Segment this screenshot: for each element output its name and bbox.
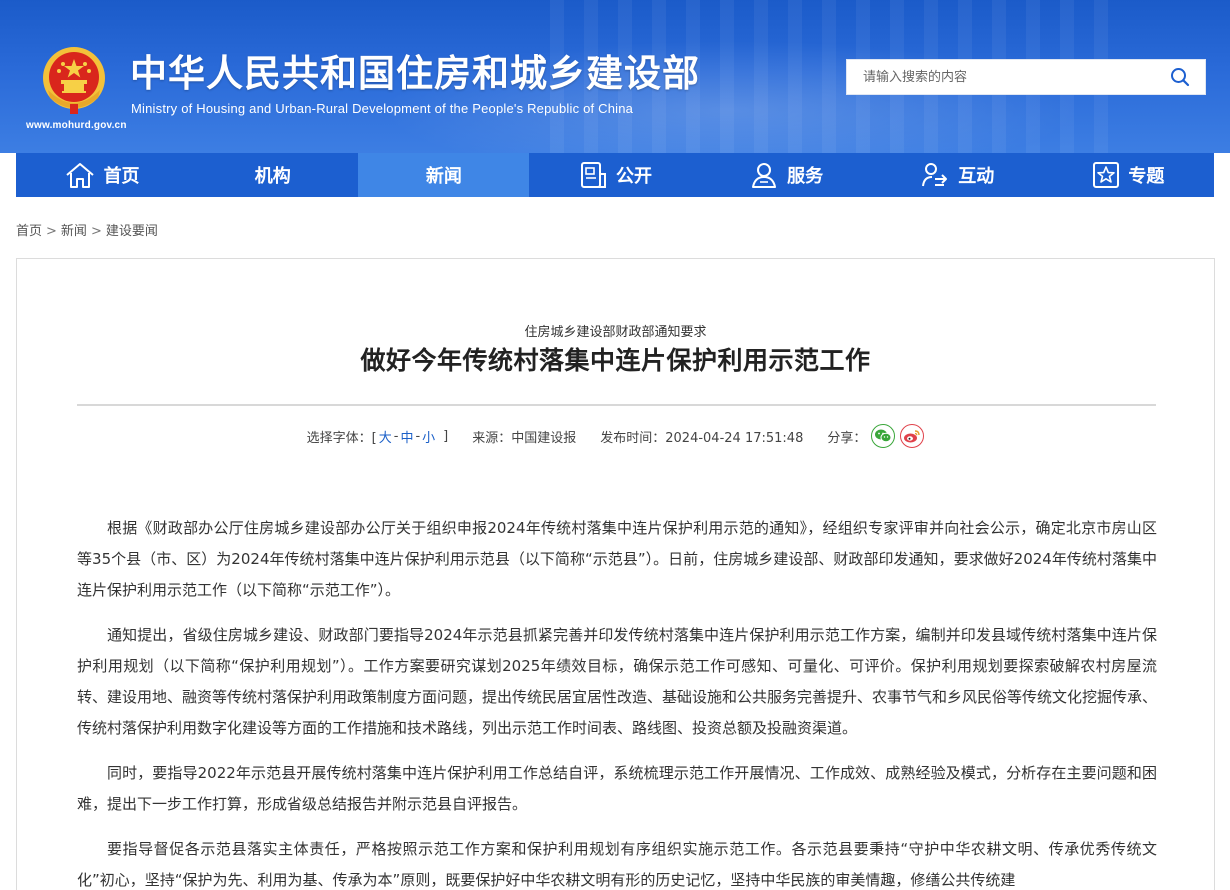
article-source: 来源：中国建设报 xyxy=(472,430,577,446)
nav-label: 专题 xyxy=(1128,166,1165,187)
article-paragraph: 根据《财政部办公厅住房城乡建设部办公厅关于组织申报2024年传统村落集中连片保护… xyxy=(77,519,1157,599)
wechat-icon xyxy=(875,429,892,443)
nav-label: 新闻 xyxy=(425,166,462,187)
breadcrumb-news[interactable]: 新闻 xyxy=(61,224,87,239)
breadcrumb-home[interactable]: 首页 xyxy=(16,224,42,239)
national-emblem-icon xyxy=(43,47,105,114)
font-select-label: 选择字体：[ xyxy=(306,430,377,446)
article-paragraph: 同时，要指导2022年示范县开展传统村落集中连片保护利用工作总结自评，系统梳理示… xyxy=(77,764,1157,813)
article-panel: 住房城乡建设部财政部通知要求 做好今年传统村落集中连片保护利用示范工作 选择字体… xyxy=(16,258,1215,890)
site-url: www.mohurd.gov.cn xyxy=(26,120,127,131)
star-icon xyxy=(1093,162,1120,188)
font-size-small[interactable]: 小 xyxy=(422,427,435,446)
search-input[interactable] xyxy=(847,60,1157,94)
main-nav: 首页 机构 新闻 公开 服务 互动 专题 xyxy=(16,153,1214,197)
breadcrumb: 首页 > 新闻 > 建设要闻 xyxy=(16,224,158,239)
font-size-selector: 选择字体：[ 大 - 中 - 小 ] xyxy=(306,427,449,446)
header-banner: www.mohurd.gov.cn 中华人民共和国住房和城乡建设部 Minist… xyxy=(0,0,1230,153)
nav-item-interaction[interactable]: 互动 xyxy=(872,153,1043,197)
site-title[interactable]: 中华人民共和国住房和城乡建设部 xyxy=(130,52,700,96)
font-size-large[interactable]: 大 xyxy=(379,427,392,446)
breadcrumb-construction-news[interactable]: 建设要闻 xyxy=(106,224,158,239)
nav-label: 机构 xyxy=(254,166,291,187)
nav-item-public[interactable]: 公开 xyxy=(529,153,700,197)
article-meta: 选择字体：[ 大 - 中 - 小 ] 来源：中国建设报 发布时间：2024-04… xyxy=(17,423,1214,449)
article-paragraph: 通知提出，省级住房城乡建设、财政部门要指导2024年示范县抓紧完善并印发传统村落… xyxy=(77,626,1158,737)
article-paragraph: 要指导督促各示范县落实主体责任，严格按照示范工作方案和保护利用规划有序组织实施示… xyxy=(77,840,1157,889)
nav-label: 首页 xyxy=(103,166,140,187)
font-size-medium[interactable]: 中 xyxy=(400,427,413,446)
nav-item-news[interactable]: 新闻 xyxy=(358,153,530,197)
home-icon xyxy=(65,163,94,188)
article-kicker: 住房城乡建设部财政部通知要求 xyxy=(524,325,707,340)
share-weibo-button[interactable] xyxy=(900,424,925,448)
weibo-icon xyxy=(904,430,921,443)
article-title: 做好今年传统村落集中连片保护利用示范工作 xyxy=(360,346,871,375)
nav-label: 互动 xyxy=(958,166,995,187)
nav-label: 公开 xyxy=(615,166,652,187)
font-select-end: ] xyxy=(443,428,449,444)
nav-item-topics[interactable]: 专题 xyxy=(1043,153,1214,197)
search-button[interactable] xyxy=(1163,63,1197,91)
nav-label: 服务 xyxy=(787,166,824,187)
nav-item-home[interactable]: 首页 xyxy=(16,153,187,197)
article-body: 根据《财政部办公厅住房城乡建设部办公厅关于组织申报2024年传统村落集中连片保护… xyxy=(77,513,1157,890)
divider xyxy=(77,404,1156,406)
search-icon xyxy=(1171,68,1190,87)
search-box xyxy=(846,59,1206,95)
article-published: 发布时间：2024-04-24 17:51:48 xyxy=(600,430,804,446)
share-group: 分享： xyxy=(827,424,925,448)
user-service-icon xyxy=(752,163,777,188)
document-icon xyxy=(580,162,606,188)
share-wechat-button[interactable] xyxy=(871,424,896,448)
nav-item-organization[interactable]: 机构 xyxy=(187,153,358,197)
interaction-icon xyxy=(922,163,948,187)
nav-item-service[interactable]: 服务 xyxy=(701,153,872,197)
site-subtitle: Ministry of Housing and Urban-Rural Deve… xyxy=(131,101,634,116)
share-label: 分享： xyxy=(827,430,867,446)
